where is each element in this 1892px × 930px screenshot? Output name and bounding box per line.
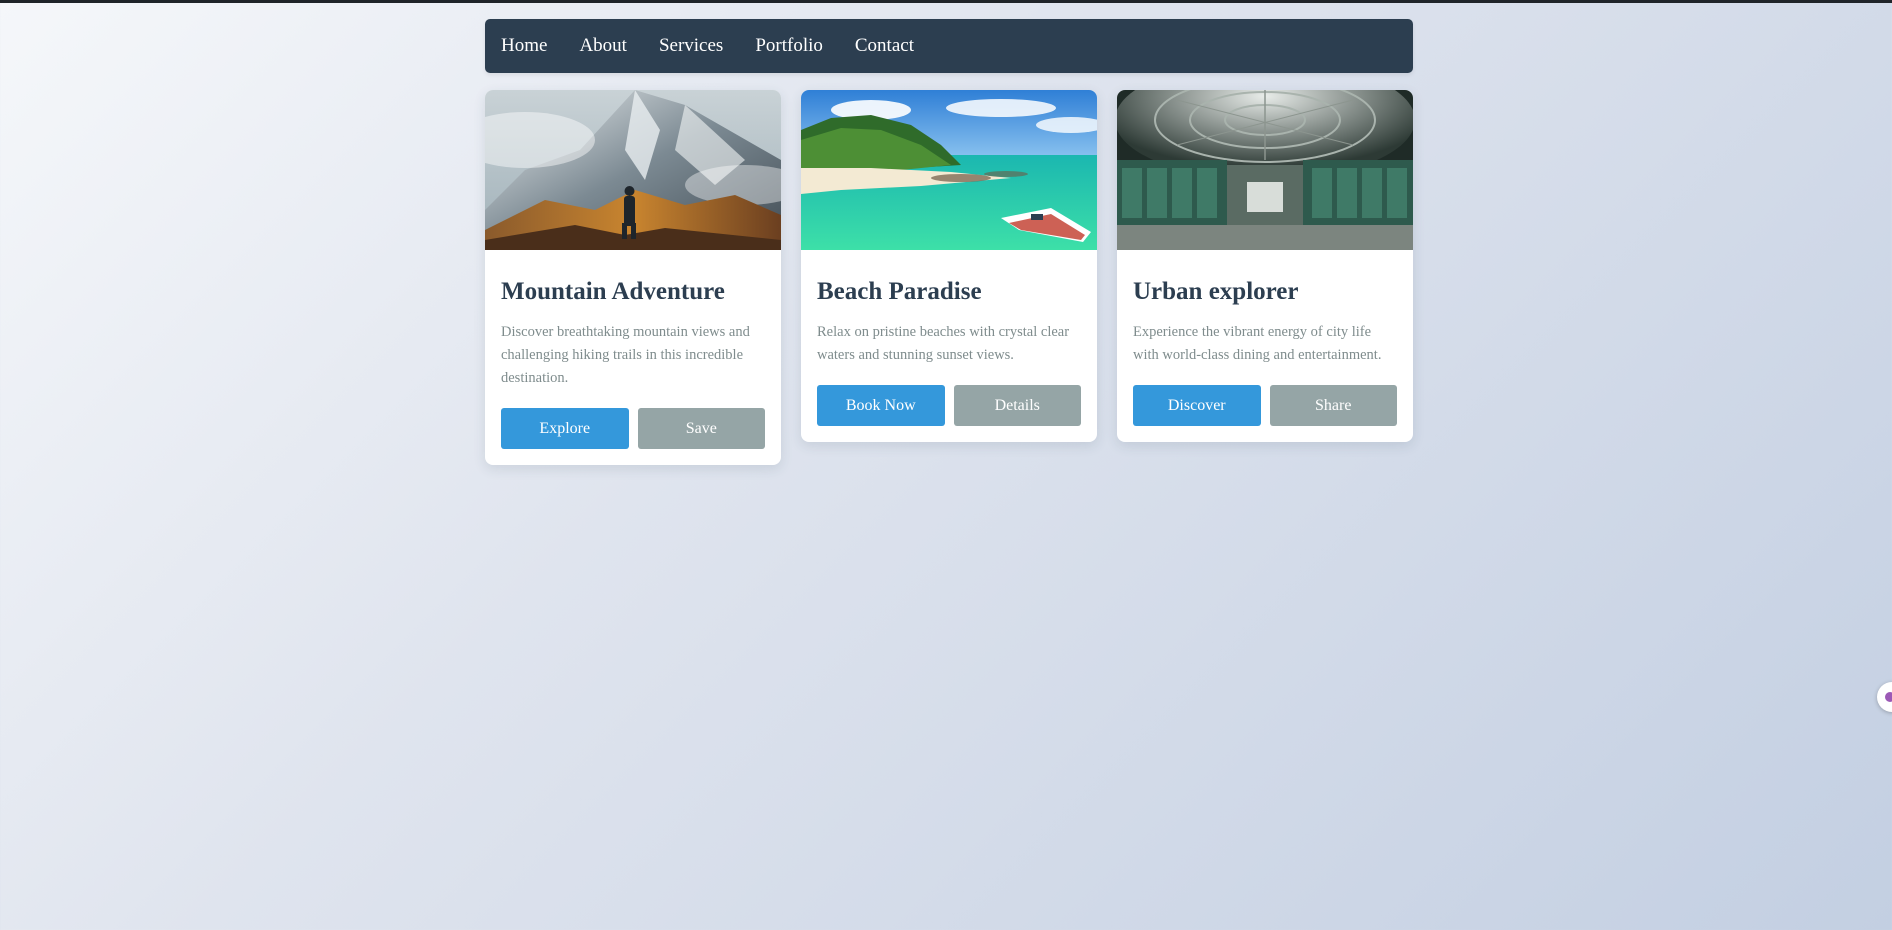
card-title: Mountain Adventure [501,278,725,305]
card-body: Urban explorer Experience the vibrant en… [1117,277,1413,426]
nav-link-contact[interactable]: Contact [855,35,914,57]
card-actions: Book Now Details [817,385,1081,426]
card-beach-paradise: Beach Paradise Relax on pristine beaches… [801,90,1097,442]
nav-link-portfolio[interactable]: Portfolio [755,35,823,57]
page-container: Home About Services Portfolio Contact Mo… [485,19,1413,465]
tropical-beach-photo [801,90,1097,250]
book-now-button[interactable]: Book Now [817,385,945,426]
card-title: Urban explorer [1133,278,1299,305]
beach-image-art [801,90,1097,250]
mountain-hiker-photo [485,90,781,250]
card-body: Mountain Adventure Discover breathtaking… [485,277,781,449]
save-button[interactable]: Save [637,408,765,449]
nav-link-services[interactable]: Services [659,35,723,57]
nav-link-about[interactable]: About [579,35,627,57]
explore-button[interactable]: Explore [501,408,629,449]
share-button[interactable]: Share [1269,385,1397,426]
card-grid: Mountain Adventure Discover breathtaking… [485,90,1413,465]
assistant-dot-icon [1885,692,1892,702]
card-body: Beach Paradise Relax on pristine beaches… [801,277,1097,426]
domed-control-room-photo [1117,90,1413,250]
navbar: Home About Services Portfolio Contact [485,19,1413,73]
mountain-image-art [485,90,781,250]
discover-button[interactable]: Discover [1133,385,1261,426]
card-mountain-adventure: Mountain Adventure Discover breathtaking… [485,90,781,465]
urban-image-art [1117,90,1413,250]
details-button[interactable]: Details [953,385,1081,426]
card-title: Beach Paradise [817,278,982,305]
card-description: Experience the vibrant energy of city li… [1133,324,1382,363]
nav-link-home[interactable]: Home [501,35,547,57]
card-actions: Discover Share [1133,385,1397,426]
floating-assistant-icon[interactable] [1877,682,1892,712]
card-description: Discover breathtaking mountain views and… [501,324,750,386]
card-description: Relax on pristine beaches with crystal c… [817,324,1070,363]
card-actions: Explore Save [501,408,765,449]
card-urban-explorer: Urban explorer Experience the vibrant en… [1117,90,1413,442]
